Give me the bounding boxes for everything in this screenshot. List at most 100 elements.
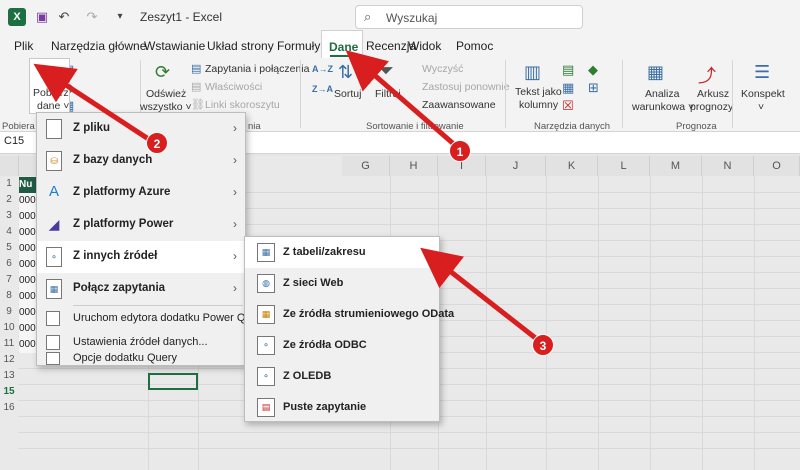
- redo-icon[interactable]: ↷: [84, 9, 100, 25]
- row-header-selected[interactable]: 15: [0, 384, 18, 400]
- grid-line: [754, 176, 755, 470]
- menu-item-from-power-platform[interactable]: ◢ Z platformy Power ›: [37, 209, 245, 241]
- column-header-m[interactable]: M: [650, 156, 702, 176]
- row-header[interactable]: 2: [0, 192, 18, 208]
- row-header[interactable]: 8: [0, 288, 18, 304]
- row-header[interactable]: 4: [0, 224, 18, 240]
- group-label-pobieranie: Pobiera: [2, 121, 35, 132]
- chevron-right-icon: ›: [233, 217, 237, 231]
- menu-item-launch-power-query[interactable]: Uruchom edytora dodatku Power Query...: [37, 307, 275, 331]
- column-header-o[interactable]: O: [754, 156, 800, 176]
- data-source-settings-icon: [46, 335, 60, 350]
- what-if-icon[interactable]: ▦: [647, 62, 664, 83]
- menu-item-from-oledb[interactable]: ⚬ Z OLEDB: [245, 361, 439, 392]
- clear-button[interactable]: Wyczyść: [422, 63, 463, 75]
- relationships-icon[interactable]: ⊞: [588, 80, 599, 96]
- links-button[interactable]: Linki skoroszytu: [205, 99, 280, 111]
- queries-connections-button[interactable]: Zapytania i połączenia: [205, 63, 309, 75]
- annotation-badge-2: 2: [146, 132, 168, 154]
- column-header-k[interactable]: K: [546, 156, 598, 176]
- get-data-button[interactable]: ⛁ Pobierz dane ˅: [29, 58, 70, 114]
- selected-cell-c15[interactable]: [148, 373, 198, 390]
- corner-cell[interactable]: [0, 156, 19, 176]
- tab-plik[interactable]: Plik: [14, 39, 33, 53]
- column-header-n[interactable]: N: [702, 156, 754, 176]
- row-header[interactable]: 6: [0, 256, 18, 272]
- column-header-h[interactable]: H: [390, 156, 438, 176]
- oledb-icon: ⚬: [257, 367, 275, 386]
- reapply-button[interactable]: Zastosuj ponownie: [422, 81, 510, 93]
- menu-item-from-database[interactable]: ⛁ Z bazy danych ›: [37, 145, 245, 177]
- tab-dane[interactable]: Dane: [329, 40, 358, 54]
- row-header[interactable]: 5: [0, 240, 18, 256]
- sort-icon[interactable]: ⇅: [338, 62, 353, 83]
- search-box[interactable]: ⌕ Wyszukaj: [355, 5, 583, 29]
- file-icon: [46, 119, 62, 139]
- what-if-label-2[interactable]: warunkowa ˅: [632, 101, 694, 113]
- menu-item-label: Z sieci Web: [283, 277, 344, 289]
- menu-item-from-odata[interactable]: ▦ Ze źródła strumieniowego OData: [245, 299, 454, 330]
- text-to-columns-icon[interactable]: ▥: [524, 62, 541, 83]
- menu-item-combine-queries[interactable]: ▦ Połącz zapytania ›: [37, 273, 245, 305]
- save-icon[interactable]: ▣: [34, 9, 50, 25]
- name-box[interactable]: C15: [4, 135, 24, 147]
- tab-formuly[interactable]: Formuły: [277, 39, 320, 53]
- outline-label-1[interactable]: Konspekt: [741, 88, 785, 100]
- data-model-icon[interactable]: ◆: [588, 62, 598, 78]
- tab-recenzja[interactable]: Recenzja: [366, 39, 416, 53]
- row-header[interactable]: 7: [0, 272, 18, 288]
- column-header-l[interactable]: L: [598, 156, 650, 176]
- tab-narzedzia-glowne[interactable]: Narzędzia główne: [51, 39, 146, 53]
- filter-button[interactable]: Filtruj: [375, 88, 401, 100]
- menu-item-label: Z bazy danych: [73, 154, 153, 166]
- menu-item-label: Puste zapytanie: [283, 401, 367, 413]
- row-header[interactable]: 13: [0, 368, 18, 384]
- advanced-button[interactable]: Zaawansowane: [422, 99, 496, 111]
- tab-uklad-strony[interactable]: Układ strony: [207, 39, 274, 53]
- outline-icon[interactable]: ☰: [754, 62, 770, 83]
- menu-item-from-azure[interactable]: A Z platformy Azure ›: [37, 177, 245, 209]
- row-header[interactable]: 10: [0, 320, 18, 336]
- row-header[interactable]: 1: [0, 176, 18, 192]
- menu-item-from-other-sources[interactable]: ⚬ Z innych źródeł ›: [37, 241, 245, 273]
- tab-pomoc[interactable]: Pomoc: [456, 39, 493, 53]
- menu-item-label: Z innych źródeł: [73, 250, 158, 262]
- menu-item-from-web[interactable]: ◍ Z sieci Web: [245, 268, 439, 299]
- text-to-columns-label-2[interactable]: kolumny: [519, 99, 558, 111]
- text-to-columns-label-1[interactable]: Tekst jako: [515, 86, 562, 98]
- row-header[interactable]: 3: [0, 208, 18, 224]
- tab-wstawianie[interactable]: Wstawianie: [144, 39, 205, 53]
- database-icon: ⛁: [46, 151, 62, 171]
- row-header[interactable]: 9: [0, 304, 18, 320]
- refresh-icon[interactable]: ⟳: [155, 62, 170, 83]
- menu-item-query-options[interactable]: Opcje dodatku Query: [37, 351, 245, 367]
- row-header[interactable]: 11: [0, 336, 18, 352]
- data-validation-icon[interactable]: ☒: [562, 98, 574, 114]
- menu-item-from-table-range[interactable]: ▦ Z tabeli/zakresu: [245, 237, 439, 268]
- flash-fill-icon[interactable]: ▤: [562, 62, 574, 78]
- column-header-j[interactable]: J: [486, 156, 546, 176]
- sort-button[interactable]: Sortuj: [334, 88, 361, 100]
- menu-item-from-odbc[interactable]: ⚬ Ze źródła ODBC: [245, 330, 439, 361]
- remove-duplicates-icon[interactable]: ▦: [562, 80, 574, 96]
- menu-item-from-file[interactable]: Z pliku ›: [37, 113, 245, 145]
- forecast-label-2[interactable]: prognozy: [690, 101, 733, 113]
- sort-asc-button[interactable]: A→Z: [312, 64, 333, 74]
- outline-label-2[interactable]: ˅: [758, 101, 764, 113]
- active-tab-underline: [330, 55, 352, 57]
- column-header-g[interactable]: G: [342, 156, 390, 176]
- filter-icon[interactable]: ⏷: [378, 60, 394, 83]
- refresh-label-1[interactable]: Odśwież: [146, 88, 186, 100]
- row-header[interactable]: 12: [0, 352, 18, 368]
- forecast-label-1[interactable]: Arkusz: [697, 88, 729, 100]
- menu-item-blank-query[interactable]: ▤ Puste zapytanie: [245, 392, 439, 423]
- row-header[interactable]: 16: [0, 400, 18, 416]
- menu-item-label: Z platformy Power: [73, 218, 174, 230]
- undo-icon[interactable]: ↶: [56, 9, 72, 25]
- sort-desc-button[interactable]: Z→A: [312, 84, 333, 94]
- properties-button[interactable]: Właściwości: [205, 81, 262, 93]
- grid-line: [18, 432, 800, 433]
- forecast-sheet-icon[interactable]: ⤴: [698, 62, 716, 88]
- customize-icon[interactable]: ▾: [112, 9, 128, 25]
- what-if-label-1[interactable]: Analiza: [645, 88, 679, 100]
